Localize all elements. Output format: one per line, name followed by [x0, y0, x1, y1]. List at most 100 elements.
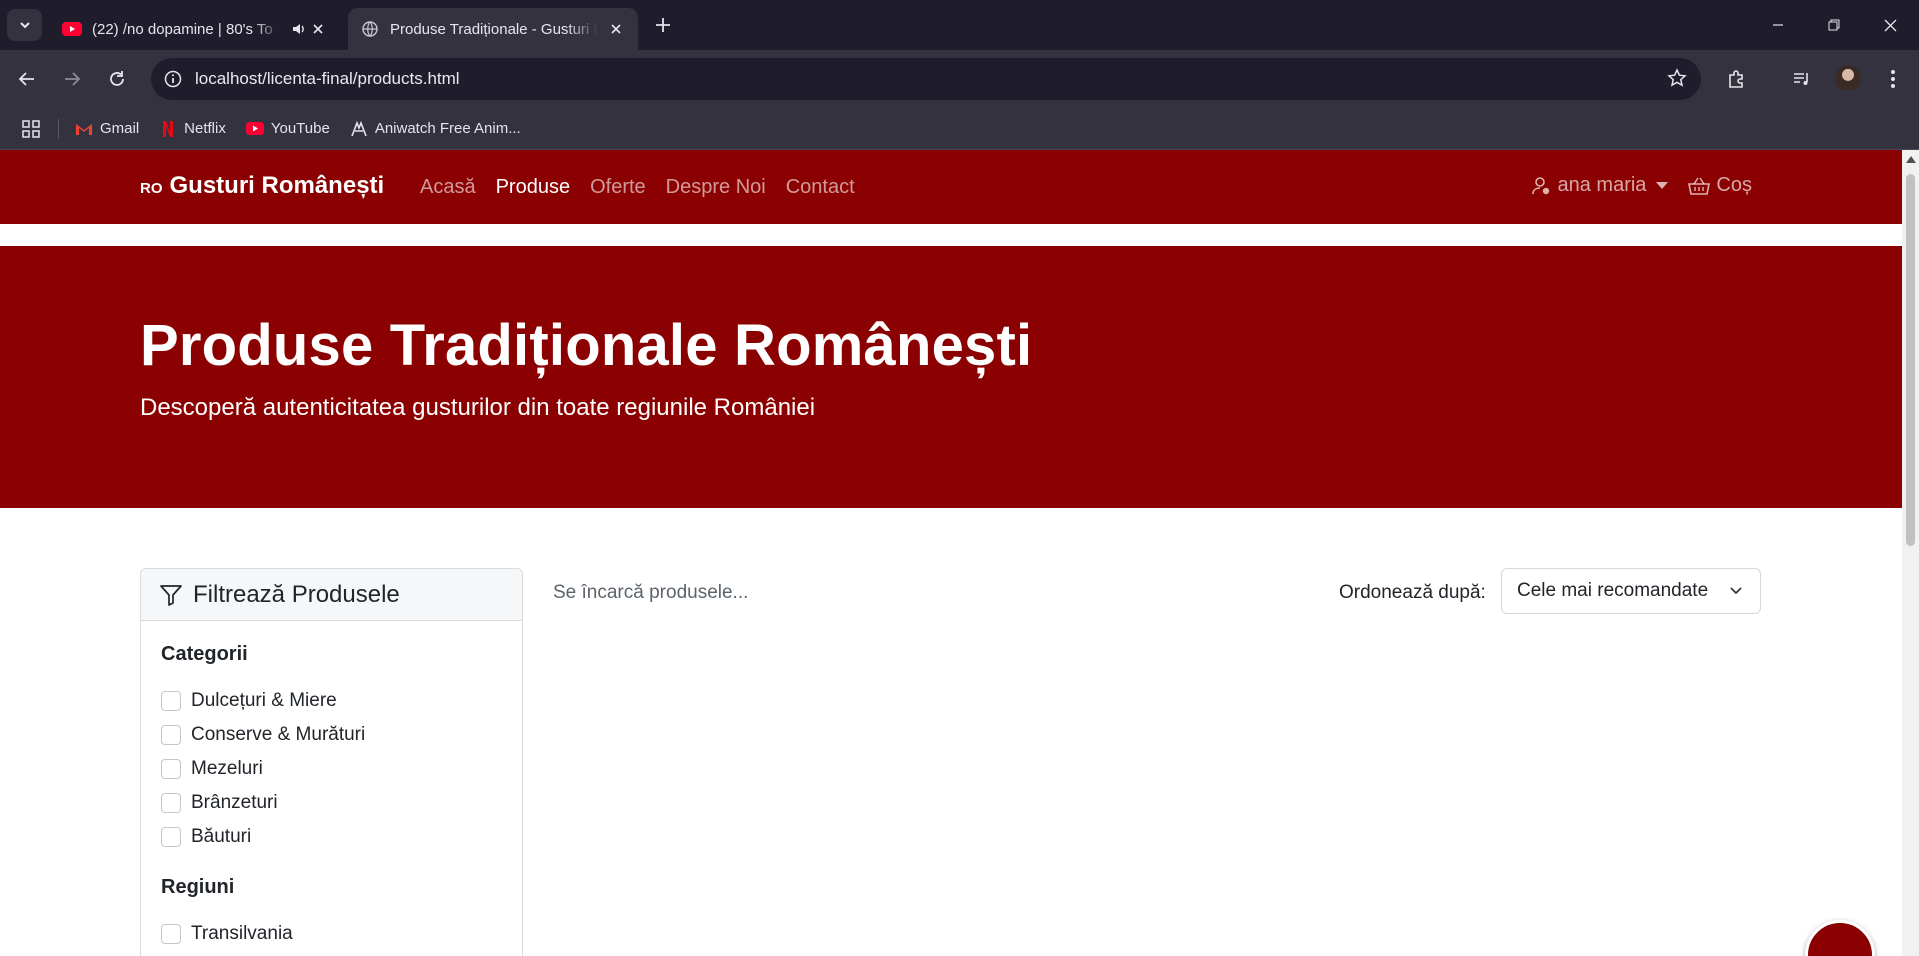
- sort-selected-value: Cele mai recomandate: [1517, 580, 1709, 601]
- close-icon[interactable]: [308, 19, 328, 39]
- tab-title: (22) /no dopamine | 80's To: [92, 20, 273, 38]
- filter-panel-title: Filtrează Produsele: [193, 580, 400, 608]
- checkbox-label: Brânzeturi: [191, 792, 278, 813]
- chatbot-button[interactable]: [1805, 920, 1875, 956]
- apps-grid-icon[interactable]: [22, 119, 40, 138]
- close-window-button[interactable]: [1862, 0, 1918, 50]
- category-checkbox-dulceturi[interactable]: Dulcețuri & Miere: [161, 684, 502, 718]
- checkbox[interactable]: [161, 759, 181, 779]
- site-brand-link[interactable]: RO Gusturi Românești: [140, 172, 384, 200]
- categories-heading: Categorii: [161, 643, 248, 665]
- bookmark-separator: [58, 118, 59, 139]
- gmail-icon: [75, 120, 93, 138]
- loading-status: Se încarcă produsele...: [553, 582, 749, 603]
- site-info-icon[interactable]: [151, 70, 195, 88]
- bookmarks-bar: Gmail Netflix YouTube Aniwatch Free Anim…: [0, 108, 1919, 150]
- nav-link-produse[interactable]: Produse: [496, 176, 571, 199]
- bookmark-youtube[interactable]: YouTube: [245, 120, 330, 138]
- new-tab-button[interactable]: [650, 12, 676, 38]
- url-text: localhost/licenta-final/products.html: [195, 69, 460, 88]
- filter-panel-body: Categorii Dulcețuri & Miere Conserve & M…: [141, 621, 522, 956]
- bookmark-label: Gmail: [100, 120, 140, 137]
- netflix-icon: [159, 120, 177, 138]
- profile-avatar[interactable]: [1835, 65, 1861, 91]
- playlist-icon: [1794, 73, 1808, 85]
- page-subtitle: Descoperă autenticitatea gusturilor din …: [140, 394, 816, 421]
- globe-icon: [360, 19, 380, 39]
- speaker-icon[interactable]: [290, 20, 308, 38]
- nav-link-acasa[interactable]: Acasă: [420, 176, 476, 199]
- reload-icon: [110, 71, 124, 86]
- checkbox-label: Dulcețuri & Miere: [191, 690, 337, 711]
- sort-label: Ordonează după:: [1339, 582, 1486, 603]
- youtube-icon: [245, 120, 264, 138]
- arrow-left-icon: [18, 72, 34, 86]
- bookmark-star-icon[interactable]: [1667, 68, 1687, 93]
- chevron-down-icon: [1730, 587, 1742, 595]
- checkbox-label: Transilvania: [191, 923, 293, 944]
- category-checkbox-bauturi[interactable]: Băuturi: [161, 820, 502, 854]
- bookmark-netflix[interactable]: Netflix: [159, 120, 226, 138]
- checkbox[interactable]: [161, 725, 181, 745]
- browser-tab[interactable]: (22) /no dopamine | 80's To: [50, 8, 340, 50]
- checkbox-label: Mezeluri: [191, 758, 263, 779]
- chevron-down-icon: [19, 22, 30, 29]
- nav-link-despre-noi[interactable]: Despre Noi: [666, 176, 766, 199]
- funnel-icon: [160, 584, 182, 606]
- nav-link-contact[interactable]: Contact: [786, 176, 855, 199]
- reload-button[interactable]: [100, 62, 134, 96]
- checkbox[interactable]: [161, 924, 181, 944]
- scroll-up-arrow[interactable]: [1906, 156, 1916, 163]
- brand-flag-text: RO: [140, 180, 163, 197]
- caret-down-icon: [1656, 182, 1669, 189]
- tab-title: Produse Tradiționale - Gusturi R: [390, 20, 598, 38]
- nav-link-oferte[interactable]: Oferte: [590, 176, 646, 199]
- user-dropdown[interactable]: ana maria: [1531, 174, 1669, 197]
- bookmark-label: Netflix: [184, 120, 226, 137]
- checkbox-label: Băuturi: [191, 826, 252, 847]
- checkbox[interactable]: [161, 793, 181, 813]
- cart-link[interactable]: Coș: [1688, 174, 1752, 197]
- user-name: ana maria: [1557, 174, 1647, 196]
- region-checkbox-transilvania[interactable]: Transilvania: [161, 917, 502, 951]
- bookmark-label: YouTube: [270, 120, 330, 137]
- close-icon[interactable]: [606, 19, 626, 39]
- scrollbar-thumb[interactable]: [1906, 174, 1915, 546]
- category-checkbox-mezeluri[interactable]: Mezeluri: [161, 752, 502, 786]
- checkbox[interactable]: [161, 827, 181, 847]
- bookmark-gmail[interactable]: Gmail: [75, 120, 139, 138]
- back-button[interactable]: [10, 62, 44, 96]
- main-nav: Acasă Produse Oferte Despre Noi Contact: [420, 176, 875, 199]
- checkbox[interactable]: [161, 691, 181, 711]
- restore-button[interactable]: [1806, 0, 1862, 50]
- hero-banner: Produse Tradiționale Românești Descoperă…: [0, 246, 1902, 508]
- extensions-button[interactable]: [1719, 62, 1753, 96]
- category-checkbox-branzeturi[interactable]: Brânzeturi: [161, 786, 502, 820]
- browser-tab-active[interactable]: Produse Tradiționale - Gusturi R: [348, 8, 638, 50]
- browser-menu-button[interactable]: [1876, 62, 1910, 96]
- address-bar[interactable]: localhost/licenta-final/products.html: [151, 58, 1701, 100]
- puzzle-icon: [1729, 70, 1743, 88]
- page-scrollbar[interactable]: [1902, 150, 1919, 956]
- minimize-button[interactable]: [1750, 0, 1806, 50]
- forward-button[interactable]: [55, 62, 89, 96]
- checkbox-label: Conserve & Murături: [191, 724, 366, 745]
- regions-heading: Regiuni: [161, 876, 235, 898]
- minimize-icon: [1773, 24, 1783, 26]
- more-vertical-icon: [1891, 70, 1895, 88]
- media-controls-button[interactable]: [1785, 62, 1819, 96]
- tab-search-button[interactable]: [7, 9, 42, 41]
- aniwatch-icon: [350, 120, 368, 138]
- cart-label: Coș: [1716, 174, 1752, 196]
- restore-icon: [1828, 19, 1840, 31]
- nav-account-area: ana maria Coș: [1531, 174, 1752, 197]
- site-navbar: RO Gusturi Românești Acasă Produse Ofert…: [0, 150, 1902, 224]
- bookmark-aniwatch[interactable]: Aniwatch Free Anim...: [350, 120, 521, 138]
- close-icon: [1884, 19, 1896, 31]
- sort-select[interactable]: Cele mai recomandate: [1501, 568, 1761, 614]
- page-viewport: RO Gusturi Românești Acasă Produse Ofert…: [0, 150, 1919, 956]
- category-checkbox-conserve[interactable]: Conserve & Murături: [161, 718, 502, 752]
- bookmark-label: Aniwatch Free Anim...: [374, 120, 521, 137]
- plus-icon: [656, 18, 670, 32]
- arrow-right-icon: [65, 72, 81, 86]
